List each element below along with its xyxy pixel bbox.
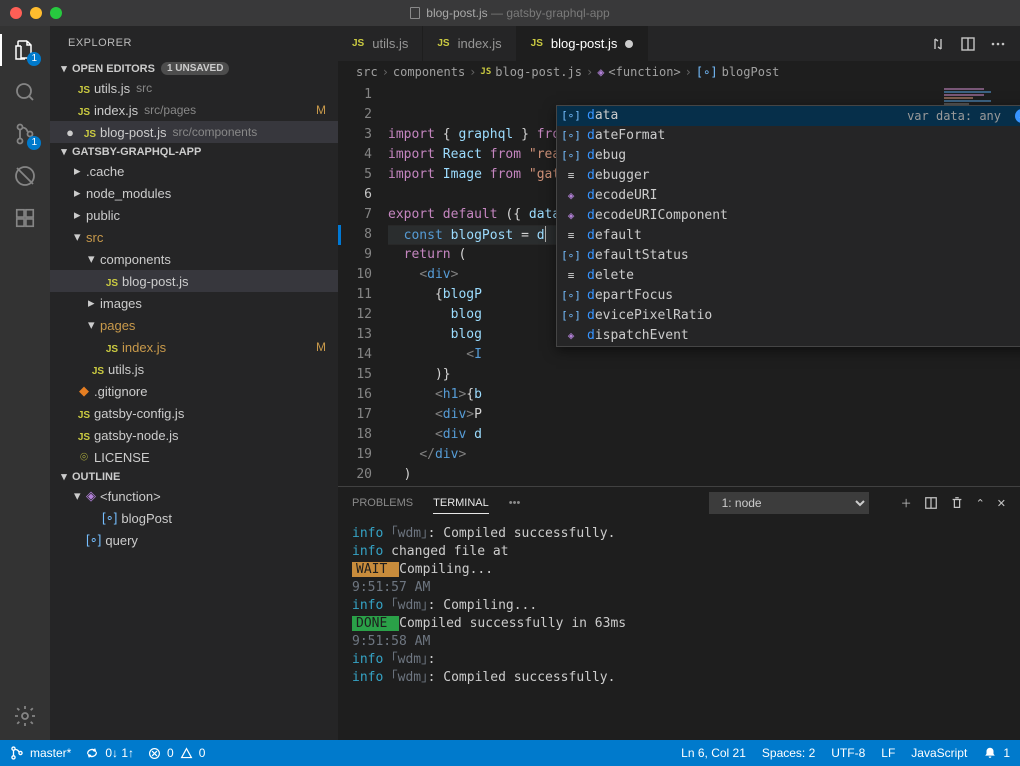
explorer-badge: 1 [27,52,41,66]
js-icon: JS [78,85,90,96]
terminal-output[interactable]: info ｢wdm｣: Compiled successfully.info c… [338,519,1020,740]
tab-blog-post[interactable]: JSblog-post.js [517,26,649,61]
window-maximize[interactable] [50,7,62,19]
editor-tabs: JSutils.js JSindex.js JSblog-post.js [338,26,1020,61]
modified-dot-icon [625,40,633,48]
status-language[interactable]: JavaScript [911,746,967,760]
unsaved-badge: 1 UNSAVED [161,62,230,75]
open-editor-index[interactable]: JS index.jssrc/pages M [50,99,338,121]
folder-images[interactable]: ▸images [50,292,338,314]
status-branch[interactable]: master* [10,746,71,760]
activity-search[interactable] [11,78,39,106]
workspace-header[interactable]: ▾GATSBY-GRAPHQL-APP [50,143,338,160]
status-spaces[interactable]: Spaces: 2 [762,746,815,760]
outline-function[interactable]: ▾◈<function> [50,485,338,507]
split-terminal-icon[interactable] [924,496,938,510]
tab-index[interactable]: JSindex.js [423,26,516,61]
file-index-js[interactable]: JSindex.jsM [50,336,338,358]
status-encoding[interactable]: UTF-8 [831,746,865,760]
window-minimize[interactable] [30,7,42,19]
more-actions-icon[interactable] [990,36,1006,52]
outline-header[interactable]: ▾OUTLINE [50,468,338,485]
title-bar: blog-post.js — gatsby-graphql-app [0,0,1020,26]
editor-area: JSutils.js JSindex.js JSblog-post.js src… [338,26,1020,740]
status-eol[interactable]: LF [881,746,895,760]
activity-scm[interactable]: 1 [11,120,39,148]
outline-query[interactable]: [∘]query [50,529,338,551]
scm-badge: 1 [27,136,41,150]
maximize-panel-icon[interactable]: ⌃ [976,497,985,510]
status-bar: master* 0↓ 1↑ 0 0 Ln 6, Col 21 Spaces: 2… [0,740,1020,766]
file-blog-post[interactable]: JSblog-post.js [50,270,338,292]
window-close[interactable] [10,7,22,19]
outline-blogpost[interactable]: [∘]blogPost [50,507,338,529]
terminal-panel: PROBLEMS TERMINAL ••• 1: node ＋ ⌃ ✕ info… [338,486,1020,740]
folder-pages[interactable]: ▾pages [50,314,338,336]
activity-bar: 1 1 [0,26,50,740]
file-utils-js[interactable]: JSutils.js [50,358,338,380]
activity-settings[interactable] [11,702,39,730]
file-icon [410,7,420,19]
file-gitignore[interactable]: ◆.gitignore [50,380,338,402]
code-editor[interactable]: 1234567891011121314151617181920 import {… [338,83,1020,486]
panel-tab-terminal[interactable]: TERMINAL [433,493,489,514]
file-license[interactable]: ⌾LICENSE [50,446,338,468]
compare-changes-icon[interactable] [930,36,946,52]
line-gutter: 1234567891011121314151617181920 [338,83,388,486]
code-content[interactable]: import { graphql } from "gatsby"import R… [388,83,1020,486]
open-editor-blogpost[interactable]: ● JS blog-post.jssrc/components [50,121,338,143]
panel-tab-problems[interactable]: PROBLEMS [352,493,413,513]
close-panel-icon[interactable]: ✕ [997,497,1006,510]
status-problems[interactable]: 0 0 [148,746,205,760]
js-icon: JS [84,129,96,140]
terminal-select[interactable]: 1: node [709,492,869,514]
activity-extensions[interactable] [11,204,39,232]
breadcrumbs[interactable]: src› components› JS blog-post.js› ◈ <fun… [338,61,1020,83]
folder-components[interactable]: ▾components [50,248,338,270]
modified-indicator: M [316,103,338,117]
js-icon: JS [78,107,90,118]
tab-utils[interactable]: JSutils.js [338,26,423,61]
folder-cache[interactable]: ▸.cache [50,160,338,182]
activity-explorer[interactable]: 1 [11,36,39,64]
folder-src[interactable]: ▾src [50,226,338,248]
folder-node-modules[interactable]: ▸node_modules [50,182,338,204]
status-cursor[interactable]: Ln 6, Col 21 [681,746,746,760]
open-editors-header[interactable]: ▾OPEN EDITORS 1 UNSAVED [50,60,338,77]
explorer-sidebar: EXPLORER ▾OPEN EDITORS 1 UNSAVED JS util… [50,26,338,740]
file-gatsby-config[interactable]: JSgatsby-config.js [50,402,338,424]
panel-more-icon[interactable]: ••• [509,497,521,509]
open-editor-utils[interactable]: JS utils.jssrc [50,77,338,99]
intellisense-popup[interactable]: [∘]datavar data: anyi[∘]dateFormat[∘]deb… [556,105,1020,347]
status-sync[interactable]: 0↓ 1↑ [85,746,134,760]
window-title: blog-post.js — gatsby-graphql-app [0,6,1020,20]
activity-debug[interactable] [11,162,39,190]
split-editor-icon[interactable] [960,36,976,52]
kill-terminal-icon[interactable] [950,496,964,510]
new-terminal-icon[interactable]: ＋ [901,495,912,511]
status-notifications[interactable]: 1 [983,746,1010,760]
folder-public[interactable]: ▸public [50,204,338,226]
file-gatsby-node[interactable]: JSgatsby-node.js [50,424,338,446]
explorer-header: EXPLORER [50,26,338,60]
